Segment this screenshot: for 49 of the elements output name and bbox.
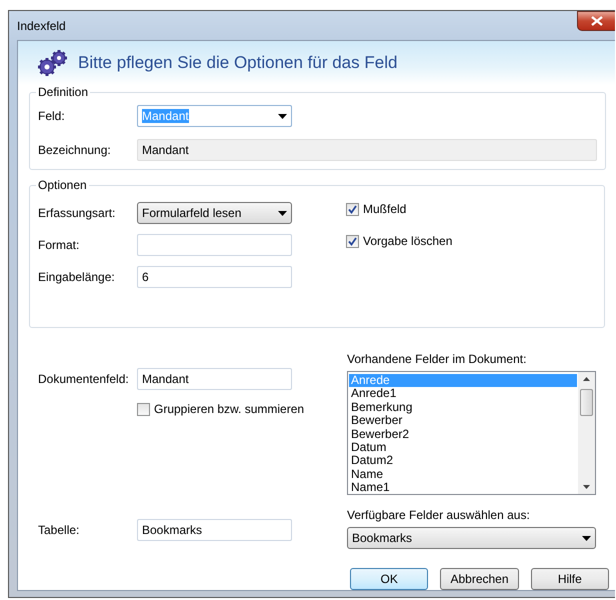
- input-field[interactable]: Mandant: [137, 368, 292, 390]
- capture-mode-dropdown[interactable]: Formularfeld lesen: [137, 202, 292, 224]
- dialog-button[interactable]: OK: [350, 568, 428, 590]
- group-legend: Definition: [36, 85, 90, 99]
- source-dropdown[interactable]: Bookmarks: [347, 527, 596, 549]
- list-label: Vorhandene Felder im Dokument:: [347, 352, 528, 366]
- checkbox-label: Gruppieren bzw. summieren: [154, 402, 304, 416]
- field-label: Eingabelänge:: [38, 270, 116, 284]
- input-field[interactable]: Bookmarks: [137, 519, 292, 541]
- scroll-up-icon: [583, 377, 590, 381]
- field-label: Feld:: [38, 109, 66, 123]
- scrollbar[interactable]: [578, 372, 595, 494]
- source-label: Verfügbare Felder auswählen aus:: [347, 508, 531, 522]
- field-label: Tabelle:: [38, 523, 80, 537]
- header-title: Bitte pflegen Sie die Optionen für das Feld: [78, 53, 398, 73]
- caret-icon: [582, 536, 591, 540]
- field-listbox[interactable]: Anrede Anrede1 Bemerkung Bewerber Bewerber2 Datum Datum2 Name Name1: [347, 371, 596, 495]
- list-item[interactable]: Datum: [349, 440, 577, 454]
- input-field[interactable]: 6: [137, 266, 292, 288]
- checkbox-label: Mußfeld: [363, 202, 406, 216]
- group-legend: Optionen: [36, 178, 89, 192]
- checkbox-label: Vorgabe löschen: [363, 234, 452, 248]
- list-item[interactable]: Bemerkung: [349, 400, 577, 414]
- list-item[interactable]: Name1: [349, 481, 577, 495]
- list-item[interactable]: Bewerber: [349, 414, 577, 428]
- dialog-button[interactable]: Hilfe: [530, 568, 609, 590]
- checkbox[interactable]: [137, 402, 150, 416]
- list-item[interactable]: Anrede1: [349, 387, 577, 401]
- checkbox[interactable]: [346, 234, 359, 248]
- caret-icon: [278, 210, 287, 216]
- close-button[interactable]: [577, 10, 615, 30]
- description-field: Mandant: [137, 139, 597, 161]
- gears-icon: [36, 49, 70, 77]
- window-title: Indexfeld: [17, 18, 66, 32]
- checkbox[interactable]: [346, 202, 359, 216]
- list-item[interactable]: Datum2: [349, 454, 577, 468]
- list-item[interactable]: Bewerber2: [349, 428, 577, 441]
- list-item[interactable]: Name: [349, 468, 577, 482]
- field-label: Erfassungsart:: [38, 206, 116, 220]
- input-field[interactable]: [137, 234, 292, 256]
- scroll-down-icon: [583, 485, 590, 489]
- dialog-button[interactable]: Abbrechen: [440, 568, 519, 590]
- field-label: Bezeichnung:: [38, 143, 112, 157]
- scroll-thumb[interactable]: [580, 389, 593, 416]
- field-label: Dokumentenfeld:: [38, 372, 130, 386]
- caret-icon: [278, 114, 287, 118]
- dropdown-value: Mandant: [142, 109, 189, 123]
- field-label: Format:: [38, 238, 80, 252]
- close-icon: [590, 16, 602, 26]
